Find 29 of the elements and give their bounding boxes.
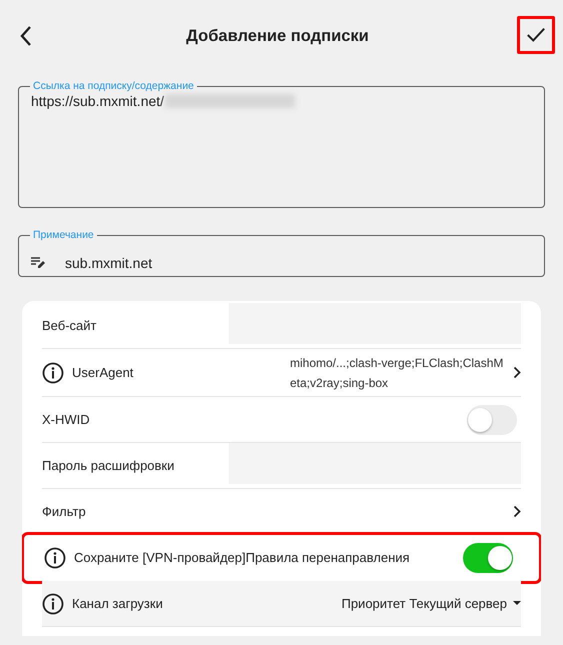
setting-label: Пароль расшифровки <box>42 458 174 473</box>
field-label: Примечание <box>32 229 95 241</box>
confirm-button[interactable] <box>517 16 555 54</box>
setting-value: mihomo/...;clash-verge;FLClash;ClashMeta;v2ray;sing-box <box>290 354 504 392</box>
setting-label: Канал загрузки <box>72 596 163 611</box>
toggle-switch[interactable] <box>463 542 513 572</box>
field-label: Ссылка на подписку/содержание <box>32 80 195 92</box>
text-field[interactable]: Примечание sub.mxmit.net <box>18 229 545 277</box>
setting-label: Сохраните [VPN-провайдер]Правила перенаправления <box>74 550 410 565</box>
info-icon[interactable] <box>42 362 64 384</box>
checkmark-icon <box>526 26 546 44</box>
input-field[interactable] <box>229 443 521 484</box>
text-field[interactable]: Ссылка на подписку/содержание https://sub.mxmit.net/ <box>18 80 545 208</box>
chevron-left-icon <box>19 25 33 47</box>
caret-icon <box>513 601 521 606</box>
field-value: sub.mxmit.net <box>65 254 152 272</box>
edit-notes-icon <box>31 257 45 269</box>
info-icon[interactable] <box>44 546 66 568</box>
setting-label: Фильтр <box>42 504 86 519</box>
dropdown[interactable]: Приоритет Текущий сервер <box>341 596 521 611</box>
setting-label: UserAgent <box>72 365 134 380</box>
chevron-right-icon <box>513 505 521 518</box>
screen-title: Добавление подписки <box>185 26 370 46</box>
chevron-right-icon <box>513 366 521 379</box>
field-value: https://sub.mxmit.net/ <box>31 92 164 110</box>
setting-label: Веб-сайт <box>42 318 96 333</box>
info-icon[interactable] <box>42 592 64 614</box>
toggle-switch[interactable] <box>467 404 517 434</box>
setting-label: X-HWID <box>42 412 90 427</box>
